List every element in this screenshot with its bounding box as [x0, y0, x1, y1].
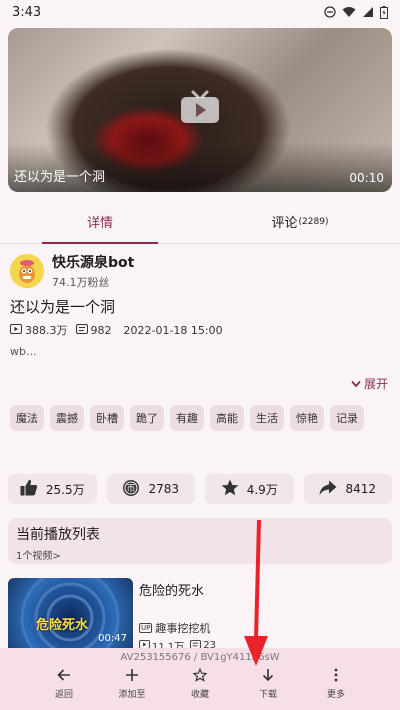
- post-title: 还以为是一个洞: [10, 298, 116, 316]
- tv-play-icon[interactable]: [180, 90, 220, 128]
- tag-list: 魔法 震撼 卧槽 跪了 有趣 高能 生活 惊艳 记录: [10, 405, 390, 431]
- danmaku-stat: 982: [75, 323, 112, 337]
- danmaku-count: 982: [90, 323, 112, 337]
- tag-chip[interactable]: 跪了: [130, 405, 164, 431]
- video-player[interactable]: 还以为是一个洞 00:10: [8, 28, 392, 192]
- add-to-label: 添加至: [118, 690, 146, 700]
- share-button[interactable]: 8412: [303, 474, 392, 504]
- uploader-name[interactable]: 快乐源泉bot: [52, 252, 134, 272]
- bottom-nav: 返回 添加至 收藏 下载 更多: [0, 667, 400, 700]
- more-button[interactable]: 更多: [311, 668, 361, 700]
- more-vertical-icon: [329, 668, 343, 685]
- tag-chip[interactable]: 惊艳: [290, 405, 324, 431]
- current-playlist[interactable]: 当前播放列表 1个视频>: [8, 518, 392, 564]
- playlist-count[interactable]: 1个视频>: [16, 547, 384, 562]
- plus-icon: [125, 668, 139, 685]
- uploader-info[interactable]: 快乐源泉bot 74.1万粉丝: [10, 252, 134, 290]
- video-duration: 00:10: [349, 171, 384, 185]
- coin-button[interactable]: 币 2783: [106, 474, 195, 504]
- signal-icon: [362, 6, 374, 18]
- tab-comments-label: 评论: [271, 216, 298, 231]
- do-not-disturb-icon: [324, 6, 336, 18]
- star-icon: [221, 479, 239, 499]
- danmaku-icon: [75, 323, 88, 337]
- video-thumbnail[interactable]: 危险死水 00:47: [8, 578, 133, 648]
- thumbs-up-icon: [20, 479, 38, 499]
- coin-count: 2783: [148, 482, 180, 496]
- star-outline-icon: [192, 667, 208, 685]
- tag-chip[interactable]: 震撼: [50, 405, 84, 431]
- video-title: 还以为是一个洞: [14, 170, 106, 185]
- post-description: wb...: [10, 345, 37, 358]
- recommended-uploader: UP 趣事挖挖机: [139, 620, 210, 636]
- uploader-text: 快乐源泉bot 74.1万粉丝: [52, 252, 134, 290]
- battery-icon: [380, 5, 388, 19]
- av-bv-id: AV253155676 / BV1gY411h6sW: [120, 652, 280, 663]
- tab-comments[interactable]: 评论 (2289): [200, 200, 400, 243]
- status-time: 3:43: [12, 4, 42, 20]
- uploader-fans: 74.1万粉丝: [52, 276, 110, 289]
- action-row: 25.5万 币 2783 4.9万 8412: [8, 474, 392, 504]
- tag-chip[interactable]: 生活: [250, 405, 284, 431]
- bottom-action-bar: AV253155676 / BV1gY411h6sW 返回 添加至 收藏 下载 …: [0, 648, 400, 710]
- back-label: 返回: [54, 690, 73, 700]
- expand-label: 展开: [363, 377, 388, 391]
- recommended-uploader-name: 趣事挖挖机: [155, 622, 211, 635]
- tab-details[interactable]: 详情: [0, 200, 200, 244]
- tag-chip[interactable]: 高能: [210, 405, 244, 431]
- back-button[interactable]: 返回: [39, 668, 89, 700]
- add-to-button[interactable]: 添加至: [107, 668, 157, 700]
- download-icon: [261, 668, 275, 685]
- avatar[interactable]: [10, 254, 44, 288]
- tag-chip[interactable]: 记录: [330, 405, 364, 431]
- views-count: 388.3万: [25, 324, 68, 337]
- chevron-down-icon: [351, 377, 361, 391]
- download-button[interactable]: 下载: [243, 668, 293, 700]
- thumbnail-duration: 00:47: [98, 633, 127, 644]
- favorite-button[interactable]: 4.9万: [205, 474, 294, 504]
- tag-chip[interactable]: 卧槽: [90, 405, 124, 431]
- share-icon: [319, 480, 337, 499]
- like-count: 25.5万: [45, 482, 85, 497]
- recommended-video[interactable]: 危险死水 00:47 危险的死水 UP 趣事挖挖机 11.1万 23: [8, 578, 392, 653]
- thumbnail-caption: 危险死水: [36, 618, 89, 633]
- tab-comments-count: (2289): [298, 216, 329, 227]
- recommended-title[interactable]: 危险的死水: [139, 580, 204, 599]
- post-meta: 388.3万 982 2022-01-18 15:00: [10, 322, 223, 338]
- expand-button[interactable]: 展开: [351, 375, 388, 392]
- tag-chip[interactable]: 魔法: [10, 405, 44, 431]
- status-bar: 3:43: [0, 0, 400, 24]
- playlist-title: 当前播放列表: [16, 527, 100, 543]
- post-date: 2022-01-18 15:00: [123, 323, 223, 337]
- status-icons: [324, 5, 388, 19]
- svg-text:币: 币: [127, 483, 136, 494]
- play-count-icon: [10, 323, 22, 337]
- views-stat: 388.3万: [10, 322, 68, 338]
- arrow-left-icon: [57, 668, 71, 685]
- more-label: 更多: [326, 690, 345, 700]
- coin-icon: 币: [122, 479, 140, 500]
- up-badge: UP: [139, 623, 153, 633]
- tab-details-label: 详情: [86, 216, 113, 231]
- download-label: 下载: [258, 690, 277, 700]
- share-count: 8412: [345, 482, 377, 496]
- like-button[interactable]: 25.5万: [8, 474, 97, 504]
- favorite-count: 4.9万: [246, 482, 278, 497]
- collect-button[interactable]: 收藏: [175, 667, 225, 700]
- tag-chip[interactable]: 有趣: [170, 405, 204, 431]
- tab-bar: 详情 评论 (2289): [0, 200, 400, 244]
- collect-label: 收藏: [190, 690, 209, 700]
- wifi-icon: [342, 6, 356, 18]
